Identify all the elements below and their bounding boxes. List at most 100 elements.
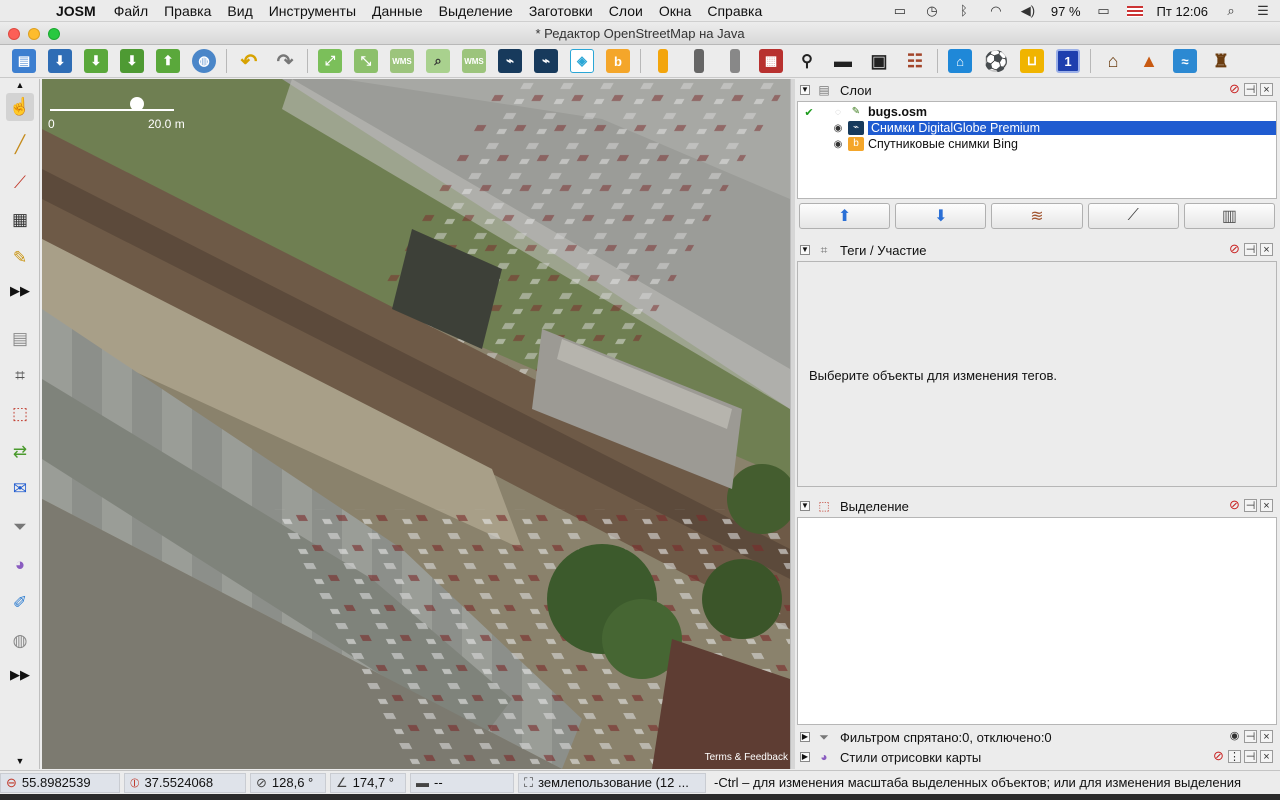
layer-row-digitalglobe[interactable]: ◉ ⌁ Снимки DigitalGlobe Premium [798,120,1276,136]
menu-edit[interactable]: Правка [164,3,211,19]
bluetooth-icon[interactable]: ᛒ [955,4,973,18]
preset-ref-button[interactable]: 1 [1053,47,1083,75]
input-source-flag-icon[interactable] [1126,5,1143,17]
preset-railway-button[interactable]: ☷ [900,47,930,75]
wifi-icon[interactable]: ◠ [987,4,1005,18]
visibility-eye-icon[interactable]: ◉ [1228,730,1241,743]
menu-layers[interactable]: Слои [609,3,643,19]
menu-file[interactable]: Файл [114,3,148,19]
menu-data[interactable]: Данные [372,3,423,19]
collapse-toggle-icon[interactable]: ▼ [800,501,810,511]
imagery-2-button[interactable]: ⌁ [531,47,561,75]
move-layer-up-button[interactable]: ⬆ [799,203,891,229]
toggle-layers-button[interactable]: ▤ [6,325,34,353]
update-data-button[interactable]: ◍ [189,47,219,75]
delete-layer-button[interactable]: ▥ [1183,203,1276,229]
download-object-button[interactable]: ⬇ [117,47,147,75]
menu-selection[interactable]: Выделение [439,3,513,19]
toggle-filter-button[interactable]: ⏷ [6,513,34,541]
toggle-tags-button[interactable]: ⌗ [6,362,34,390]
time-machine-icon[interactable]: ◷ [923,4,941,18]
preset-shop-button[interactable]: ⊔ [1017,47,1047,75]
close-panel-icon[interactable]: × [1260,499,1273,512]
preset-road-button[interactable] [648,47,678,75]
collapse-toggle-icon[interactable]: ▼ [800,245,810,255]
visibility-eye-icon[interactable]: ◉ [830,123,846,134]
scroll-down-arrow-icon[interactable]: ▼ [6,755,34,767]
draw-mode-button[interactable]: ╱ [6,131,34,159]
menu-view[interactable]: Вид [227,3,252,19]
more-toggles-button[interactable]: ▶▶ [6,661,34,689]
preset-hotel-button[interactable]: ⌂ [945,47,975,75]
layer-visibility-button[interactable]: ⟋ [1087,203,1179,229]
detach-panel-icon[interactable]: ⊣ [1244,499,1257,512]
preset-peak-button[interactable]: ▲ [1134,47,1164,75]
battery-icon[interactable]: ▭ [1095,4,1113,18]
preset-water-button[interactable]: ≈ [1170,47,1200,75]
app-menu[interactable]: JOSM [56,3,96,19]
detach-panel-icon[interactable]: ⊣ [1244,243,1257,256]
select-mode-button[interactable]: ☝ [6,93,34,121]
hide-panel-icon[interactable]: ⊘ [1212,749,1225,763]
airplay-icon[interactable]: ▭ [891,4,909,18]
collapse-toggle-icon[interactable]: ▼ [800,85,810,95]
map-view[interactable]: 0 20.0 m Terms & Feedback [42,79,790,769]
zoom-to-data-button[interactable]: ⤢ [315,47,345,75]
visibility-eye-icon[interactable]: ◌ [830,107,846,118]
pencil-mode-button[interactable]: ✎ [6,244,34,272]
building-mode-button[interactable]: ▦ [6,206,34,234]
menu-help[interactable]: Справка [707,3,762,19]
preset-wall-button[interactable]: ▦ [756,47,786,75]
preset-bus-button[interactable]: ▣ [864,47,894,75]
toggle-changesets-button[interactable]: ✐ [6,589,34,617]
redo-button[interactable]: ↷ [270,47,300,75]
scroll-up-arrow-icon[interactable]: ▲ [6,79,34,91]
close-panel-icon[interactable]: × [1260,243,1273,256]
layer-row-bing[interactable]: ◉ b Спутниковые снимки Bing [798,136,1276,152]
notification-center-icon[interactable]: ☰ [1254,4,1272,18]
panel-splitter[interactable] [790,79,795,769]
preset-bicycle-button[interactable]: ⚲ [792,47,822,75]
preset-castle-button[interactable]: ♜ [1206,47,1236,75]
toggle-selection-button[interactable]: ⬚ [6,400,34,428]
hide-panel-icon[interactable]: ⊘ [1228,498,1241,512]
improve-way-mode-button[interactable]: ⟋ [6,169,34,197]
bing-button[interactable]: b [603,47,633,75]
imagery-1-button[interactable]: ⌁ [495,47,525,75]
active-layer-check-icon[interactable]: ✔ [802,106,816,119]
imagery-attribution-link[interactable]: Terms & Feedback [705,752,788,763]
mapillary-button[interactable]: ◈ [567,47,597,75]
volume-icon[interactable]: ◀) [1019,4,1037,18]
detach-panel-icon[interactable]: ⊣ [1244,750,1257,763]
move-layer-down-button[interactable]: ⬇ [895,203,987,229]
preset-track-button[interactable] [720,47,750,75]
scale-slider-knob[interactable] [130,97,144,111]
toggle-validation-button[interactable]: ✉ [6,475,34,503]
detach-panel-icon[interactable]: ⊣ [1244,730,1257,743]
wms-layer-2-button[interactable]: WMS [459,47,489,75]
preset-lane-button[interactable] [684,47,714,75]
merge-layer-button[interactable]: ≋ [991,203,1083,229]
expand-toggle-icon[interactable]: ▶ [800,752,810,762]
options-icon[interactable]: ⋮ [1228,750,1241,763]
search-button[interactable]: ⌕ [423,47,453,75]
toggle-map-styles-button[interactable]: ◕ [6,551,34,579]
wms-layer-button[interactable]: WMS [387,47,417,75]
more-modes-button[interactable]: ▶▶ [6,277,34,305]
toggle-conflicts-button[interactable]: ⇄ [6,438,34,466]
clock[interactable]: Пт 12:06 [1157,4,1208,19]
hide-panel-icon[interactable]: ⊘ [1228,82,1241,96]
upload-button[interactable]: ⬆ [153,47,183,75]
close-panel-icon[interactable]: × [1260,730,1273,743]
undo-button[interactable]: ↶ [234,47,264,75]
menu-tools[interactable]: Инструменты [269,3,356,19]
zoom-to-selection-button[interactable]: ⤡ [351,47,381,75]
close-panel-icon[interactable]: × [1260,750,1273,763]
spotlight-search-icon[interactable]: ⌕ [1222,4,1240,18]
menu-presets[interactable]: Заготовки [529,3,593,19]
preset-sport-button[interactable]: ⚽ [981,47,1011,75]
visibility-eye-icon[interactable]: ◉ [830,139,846,150]
preset-car-button[interactable]: ▬ [828,47,858,75]
detach-panel-icon[interactable]: ⊣ [1244,83,1257,96]
layer-row-bugs[interactable]: ✔ ◌ ✎ bugs.osm [798,104,1276,120]
